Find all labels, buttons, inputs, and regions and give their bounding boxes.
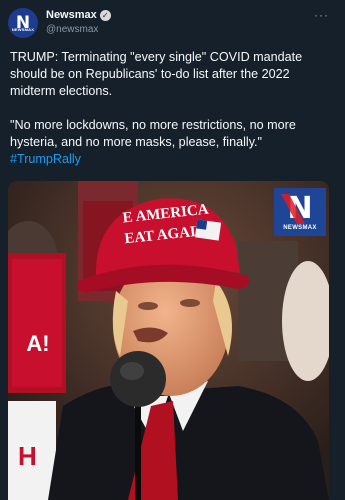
display-name[interactable]: Newsmax [46,9,97,21]
hashtag-link[interactable]: #TrumpRally [10,152,81,166]
avatar-tag: NEWSMAX [11,27,35,32]
more-options-icon[interactable]: ··· [314,8,329,22]
tweet-paragraph-2: "No more lockdowns, no more restrictions… [10,117,332,168]
avatar[interactable]: N NEWSMAX [8,8,38,38]
tweet-quote: "No more lockdowns, no more restrictions… [10,118,296,149]
user-handle[interactable]: @newsmax [46,24,98,35]
tweet-text: TRUMP: Terminating "every single" COVID … [10,49,332,185]
logo-letter: N [281,193,313,224]
verified-badge-icon: ✓ [99,9,111,21]
author-name-row[interactable]: Newsmax ✓ [46,9,111,21]
newsmax-watermark-logo: N NEWSMAX [274,188,326,236]
tweet-media-video[interactable]: A! H E AMERICA EAT AGAIN N NEWSMAX [8,181,329,500]
sign-text-1: A! [26,331,49,356]
sign-text-2: H [18,441,37,471]
tweet-card[interactable]: N NEWSMAX Newsmax ✓ @newsmax ··· TRUMP: … [0,0,345,500]
tweet-paragraph-1: TRUMP: Terminating "every single" COVID … [10,50,303,98]
